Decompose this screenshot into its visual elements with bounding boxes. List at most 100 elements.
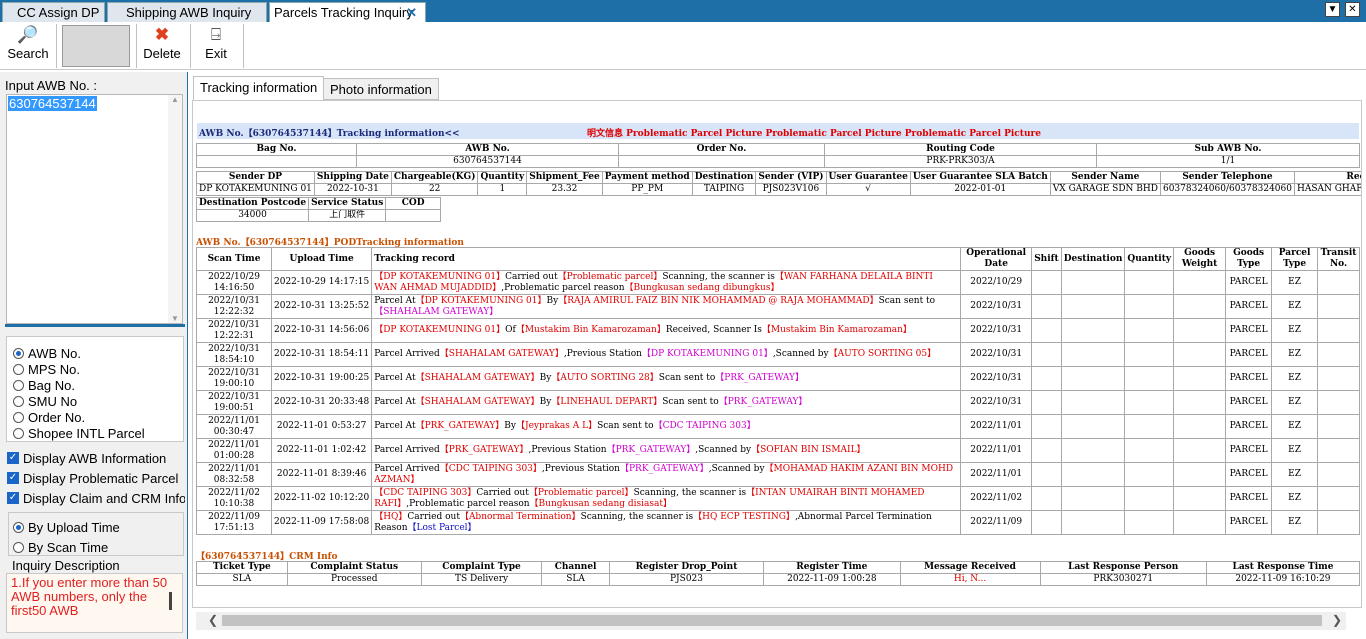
radio-mps-no[interactable]: MPS No. xyxy=(13,361,145,377)
record-segment: Scan sent to xyxy=(658,373,716,383)
record-segment: ,Previous Station xyxy=(541,463,620,474)
table-row[interactable]: 2022/10/31 19:00:51 2022-10-31 20:33:48 Pa… xyxy=(196,390,1360,415)
dropdown-arrow-icon[interactable]: ▼ xyxy=(1325,2,1340,17)
operational-date-cell: 2022/11/09 xyxy=(960,510,1033,535)
close-icon[interactable]: ✕ xyxy=(406,3,417,22)
header-cell: COD xyxy=(385,197,441,210)
check-display-awb-info[interactable]: ✓ Display AWB Information xyxy=(7,448,185,468)
record-segment: Scan sent to xyxy=(878,295,936,306)
delete-button[interactable]: ✖ Delete xyxy=(140,24,184,68)
goods-type-cell: PARCEL xyxy=(1225,486,1273,511)
radio-circle xyxy=(13,363,24,375)
tab-shipping-awb-inquiry[interactable]: Shipping AWB Inquiry xyxy=(107,2,267,22)
table-row[interactable]: 2022/11/01 08:32:58 2022-11-01 8:39:46 Par… xyxy=(196,462,1360,487)
header-cell: Routing Code xyxy=(824,143,1097,156)
awb-info-table: Bag No. AWB No. Order No. Routing Code S… xyxy=(196,143,1360,168)
table-row[interactable]: 2022/10/31 12:22:31 2022-10-31 14:56:06 【D… xyxy=(196,318,1360,343)
scrollbar[interactable]: ▲ ▼ xyxy=(168,95,182,323)
goods-weight-cell xyxy=(1173,294,1227,319)
radio-by-scan-time[interactable]: By Scan Time xyxy=(13,537,120,557)
record-segment: 【Problematic parcel】 xyxy=(528,487,634,498)
record-segment: 【AUTO SORTING 05】 xyxy=(828,349,937,359)
operational-date-cell: 2022/11/01 xyxy=(960,414,1033,439)
splitter[interactable] xyxy=(5,324,185,327)
table-row[interactable]: 2022/11/01 01:00:28 2022-11-01 1:02:42 Par… xyxy=(196,438,1360,463)
radio-circle xyxy=(13,411,24,423)
horizontal-scroll-thumb[interactable] xyxy=(222,615,1322,626)
goods-type-cell: PARCEL xyxy=(1225,366,1273,391)
scan-time-cell: 2022/10/31 19:00:51 xyxy=(196,390,272,415)
check-display-problematic-parcel[interactable]: ✓ Display Problematic Parcel xyxy=(7,468,185,488)
table-row[interactable]: 2022/11/02 10:10:38 2022-11-02 10:12:20 【C… xyxy=(196,486,1360,511)
operational-date-cell: 2022/10/31 xyxy=(960,342,1033,367)
radio-shopee-intl-parcel[interactable]: Shopee INTL Parcel xyxy=(13,425,145,441)
record-segment: ,Problematic parcel reason xyxy=(501,282,625,293)
exit-button[interactable]: ⍈ Exit xyxy=(196,24,236,68)
tracking-record-cell: Parcel Arrived【SHAHALAM GATEWAY】,Previou… xyxy=(371,342,962,367)
tracking-content: AWB No.【630764537144】Tracking informatio… xyxy=(192,100,1362,608)
table-row[interactable]: 2022/10/31 12:22:32 2022-10-31 13:25:52 Pa… xyxy=(196,294,1360,319)
scan-time-cell: 2022/11/01 01:00:28 xyxy=(196,438,272,463)
record-segment: 【PRK_GATEWAY】 xyxy=(439,445,529,455)
operational-date-cell: 2022/10/29 xyxy=(960,270,1033,295)
destination-cell xyxy=(1060,270,1126,295)
tab-cc-assign-dp[interactable]: CC Assign DP xyxy=(2,2,105,22)
table-row[interactable]: 2022/10/29 14:16:50 2022-10-29 14:17:15 【D… xyxy=(196,270,1360,295)
awb-input-textarea[interactable]: 630764537144 ▲ ▼ xyxy=(6,94,183,324)
record-segment: Carried out xyxy=(407,511,460,522)
quantity-cell xyxy=(1124,270,1175,295)
tab-photo-information[interactable]: Photo information xyxy=(323,78,439,100)
radio-order-no[interactable]: Order No. xyxy=(13,409,145,425)
cell: 1 xyxy=(477,183,528,196)
close-window-icon[interactable]: ✕ xyxy=(1345,2,1360,17)
radio-bag-no[interactable]: Bag No. xyxy=(13,377,145,393)
table-row[interactable]: 2022/10/31 18:54:10 2022-10-31 18:54:11 Pa… xyxy=(196,342,1360,367)
record-segment: 【CDC TAIPING 303】 xyxy=(374,487,477,498)
goods-weight-cell xyxy=(1173,510,1227,535)
scroll-left-icon[interactable]: ❮ xyxy=(208,613,218,627)
table-row[interactable]: 2022/11/09 17:51:13 2022-11-09 17:58:08 【H… xyxy=(196,510,1360,535)
table-row[interactable]: 2022/10/31 19:00:10 2022-10-31 19:00:25 Pa… xyxy=(196,366,1360,391)
header-cell: Sender Telephone xyxy=(1159,171,1295,184)
scroll-right-icon[interactable]: ❯ xyxy=(1332,613,1342,627)
radio-awb-no[interactable]: AWB No. xyxy=(13,345,145,361)
header-cell: Order No. xyxy=(618,143,825,156)
check-display-claim-crm[interactable]: ✓ Display Claim and CRM Info xyxy=(7,488,185,508)
tracking-record-cell: 【HQ】Carried out【Abnormal Termination】Sca… xyxy=(371,510,962,535)
tab-label: Photo information xyxy=(330,82,432,97)
header-cell: Payment method xyxy=(601,171,693,184)
record-segment: 【PRK_GATEWAY】 xyxy=(606,445,696,455)
tab-label: Shipping AWB Inquiry xyxy=(126,5,252,20)
radio-smu-no[interactable]: SMU No xyxy=(13,393,145,409)
record-segment: Scanning, the scanner is xyxy=(662,271,775,282)
tab-parcels-tracking-inquiry[interactable]: Parcels Tracking Inquiry ✕ xyxy=(269,2,426,22)
record-segment: 【Bungkusan sedang dibungkus】 xyxy=(624,282,780,293)
goods-weight-cell xyxy=(1173,342,1227,367)
inquiry-scroll-thumb[interactable] xyxy=(169,592,172,610)
blank-button[interactable] xyxy=(62,25,130,67)
toolbar-separator xyxy=(190,24,191,68)
record-segment: 【Mustakim Bin Kamarozaman】 xyxy=(761,325,912,335)
quantity-cell xyxy=(1124,390,1175,415)
record-segment: Carried out xyxy=(505,271,558,282)
destination-cell xyxy=(1060,390,1126,415)
radio-label: Order No. xyxy=(28,409,86,425)
header-cell: Upload Time xyxy=(270,247,373,271)
scroll-up-icon[interactable]: ▲ xyxy=(168,95,182,104)
search-type-group: AWB No. MPS No. Bag No. SMU No Order No.… xyxy=(6,336,184,442)
radio-by-upload-time[interactable]: By Upload Time xyxy=(13,517,120,537)
cell: PP_PM xyxy=(601,183,693,196)
header-cell: Scan Time xyxy=(196,247,272,271)
table-row[interactable]: 2022/11/01 00:30:47 2022-11-01 0:53:27 Par… xyxy=(196,414,1360,439)
search-button[interactable]: 🔎 Search xyxy=(4,24,52,68)
upload-time-cell: 2022-11-01 0:53:27 xyxy=(270,414,373,439)
goods-type-cell: PARCEL xyxy=(1225,390,1273,415)
tab-tracking-information[interactable]: Tracking information xyxy=(193,76,325,100)
check-label: Display Claim and CRM Info xyxy=(23,490,185,506)
header-cell: Goods Weight xyxy=(1173,247,1227,271)
record-segment: By xyxy=(546,295,559,306)
radio-circle xyxy=(13,379,24,391)
scroll-down-icon[interactable]: ▼ xyxy=(168,314,182,323)
tracking-record-cell: 【DP KOTAKEMUNING 01】Carried out【Problema… xyxy=(371,270,962,295)
record-segment: 【PRK_GATEWAY】 xyxy=(715,373,804,383)
